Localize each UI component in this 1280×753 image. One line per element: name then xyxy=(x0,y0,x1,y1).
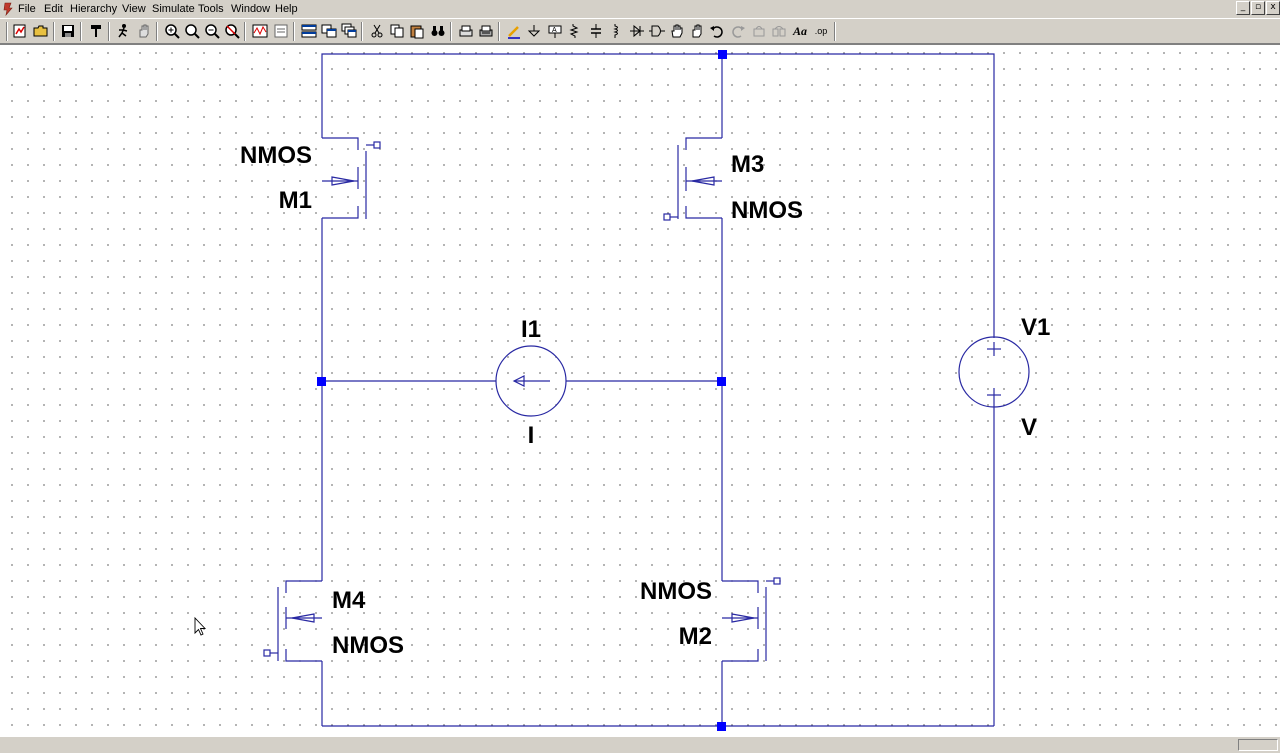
svg-text:A: A xyxy=(552,27,557,34)
schematic-canvas[interactable]: NMOS M1 M3 NMOS I1 I V1 V M4 NMOS NMOS M… xyxy=(0,44,1280,736)
m1-name-label: M1 xyxy=(279,187,312,214)
zoom-in-icon[interactable] xyxy=(163,22,181,40)
m4-name-label: M4 xyxy=(332,587,366,614)
component-icon[interactable] xyxy=(648,22,666,40)
undo-icon[interactable] xyxy=(708,22,726,40)
schematic-drawing: NMOS M1 M3 NMOS I1 I V1 V M4 NMOS NMOS M… xyxy=(194,50,1050,731)
transistor-m3[interactable] xyxy=(663,137,722,221)
m4-model-label: NMOS xyxy=(332,632,404,659)
tile-vertical-icon[interactable] xyxy=(320,22,338,40)
capacitor-icon[interactable] xyxy=(587,22,605,40)
mirror-icon[interactable] xyxy=(770,22,788,40)
toolbar-separator xyxy=(450,22,452,41)
mouse-cursor-icon xyxy=(194,616,207,636)
open-folder-icon[interactable] xyxy=(32,22,50,40)
voltage-source-v1[interactable] xyxy=(958,336,1030,408)
status-bar xyxy=(0,736,1280,753)
toolbar-separator xyxy=(108,22,110,41)
toolbar-separator xyxy=(834,22,836,41)
current-source-i1[interactable] xyxy=(495,345,567,417)
halt-hand-icon[interactable] xyxy=(135,22,153,40)
close-button[interactable]: x xyxy=(1266,1,1280,15)
copy-icon[interactable] xyxy=(388,22,406,40)
toolbar-separator xyxy=(244,22,246,41)
print-icon[interactable] xyxy=(477,22,495,40)
m3-model-label: NMOS xyxy=(731,197,803,224)
cut-scissors-icon[interactable] xyxy=(368,22,386,40)
i1-name-label: I1 xyxy=(521,316,541,343)
m3-name-label: M3 xyxy=(731,151,764,178)
find-binoculars-icon[interactable] xyxy=(429,22,447,40)
m2-name-label: M2 xyxy=(679,623,712,650)
text-tool-label: Aa xyxy=(792,23,807,38)
spice-directive-icon[interactable]: .op xyxy=(812,22,830,40)
transistor-m2[interactable] xyxy=(722,577,781,662)
m2-model-label: NMOS xyxy=(640,578,712,605)
restore-button[interactable]: ▫ xyxy=(1251,1,1265,15)
junction-dot xyxy=(317,377,326,386)
toolbar-separator xyxy=(6,22,8,41)
transistor-m1[interactable] xyxy=(322,137,381,219)
toolbar-separator xyxy=(80,22,82,41)
wires xyxy=(321,53,995,727)
minimize-button[interactable]: _ xyxy=(1236,1,1250,15)
junction-dot xyxy=(718,50,727,59)
waveform-icon[interactable] xyxy=(251,22,269,40)
drag-hand-icon[interactable] xyxy=(688,22,706,40)
transistor-m4[interactable] xyxy=(263,580,322,662)
toolbar-separator xyxy=(53,22,55,41)
junction-dot xyxy=(717,377,726,386)
menu-tools[interactable]: Tools xyxy=(198,0,224,18)
netlist-icon[interactable] xyxy=(272,22,290,40)
zoom-fit-icon[interactable] xyxy=(223,22,241,40)
new-schematic-icon[interactable] xyxy=(11,22,29,40)
text-tool-icon[interactable]: Aa xyxy=(791,22,809,40)
menu-view[interactable]: View xyxy=(122,0,146,18)
cascade-windows-icon[interactable] xyxy=(340,22,358,40)
diode-icon[interactable] xyxy=(628,22,646,40)
menu-file[interactable]: File xyxy=(18,0,36,18)
toolbar: A Aa .op xyxy=(0,18,1280,44)
toolbar-separator xyxy=(293,22,295,41)
spice-directive-label: .op xyxy=(814,26,828,36)
menu-bar: File Edit Hierarchy View Simulate Tools … xyxy=(0,0,1280,18)
toolbar-separator xyxy=(361,22,363,41)
zoom-out-icon[interactable] xyxy=(203,22,221,40)
window-controls: _ ▫ x xyxy=(1235,1,1280,15)
menu-simulate[interactable]: Simulate xyxy=(152,0,195,18)
m1-model-label: NMOS xyxy=(240,142,312,169)
v1-name-label: V1 xyxy=(1021,314,1050,341)
ground-icon[interactable] xyxy=(525,22,543,40)
label-net-icon[interactable]: A xyxy=(546,22,564,40)
print-setup-icon[interactable] xyxy=(457,22,475,40)
pan-magnifier-icon[interactable] xyxy=(183,22,201,40)
menu-edit[interactable]: Edit xyxy=(44,0,63,18)
rotate-icon[interactable] xyxy=(750,22,768,40)
control-panel-hammer-icon[interactable] xyxy=(87,22,105,40)
paste-icon[interactable] xyxy=(408,22,426,40)
redo-icon[interactable] xyxy=(729,22,747,40)
menu-window[interactable]: Window xyxy=(231,0,270,18)
move-hand-icon[interactable] xyxy=(668,22,686,40)
junction-dots xyxy=(317,50,727,731)
menu-hierarchy[interactable]: Hierarchy xyxy=(70,0,117,18)
menu-help[interactable]: Help xyxy=(275,0,298,18)
toolbar-separator xyxy=(156,22,158,41)
resistor-icon[interactable] xyxy=(566,22,584,40)
inductor-icon[interactable] xyxy=(607,22,625,40)
i1-value-label: I xyxy=(528,422,535,449)
run-simulation-icon[interactable] xyxy=(114,22,132,40)
toolbar-separator xyxy=(498,22,500,41)
ltspice-app-icon[interactable] xyxy=(2,2,14,16)
v1-value-label: V xyxy=(1021,414,1037,441)
save-icon[interactable] xyxy=(59,22,77,40)
draw-wire-pencil-icon[interactable] xyxy=(505,22,523,40)
junction-dot xyxy=(717,722,726,731)
tile-horizontal-icon[interactable] xyxy=(300,22,318,40)
status-bar-panel xyxy=(1238,739,1278,751)
